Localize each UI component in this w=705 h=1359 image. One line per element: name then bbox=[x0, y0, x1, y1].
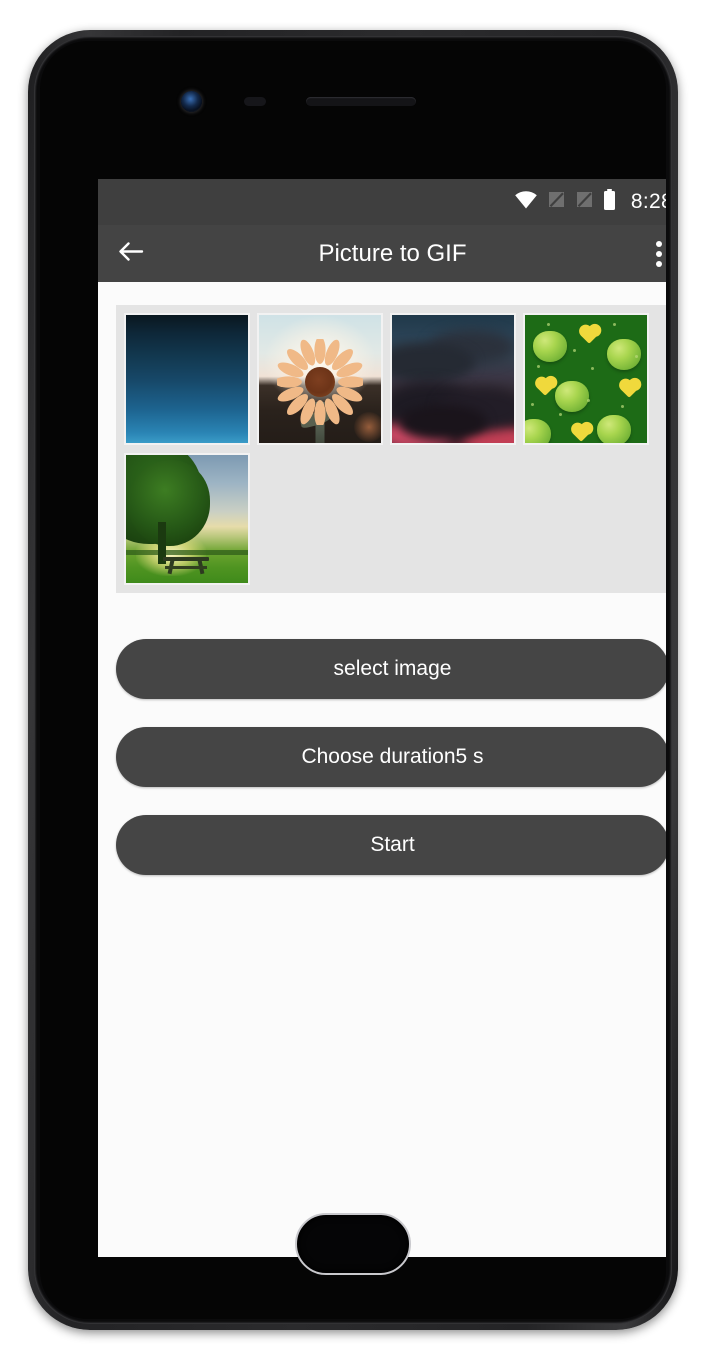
home-button[interactable] bbox=[295, 1213, 411, 1275]
overflow-dot-icon bbox=[656, 250, 662, 257]
screenshot-root: 8:28 Picture to GIF bbox=[0, 0, 705, 1359]
main-content: select image Choose duration5 s Start bbox=[98, 282, 666, 1257]
status-time: 8:28 bbox=[630, 190, 666, 213]
action-button-list: select image Choose duration5 s Start bbox=[116, 639, 666, 875]
overflow-dot-icon bbox=[656, 260, 662, 267]
thumbnail-image bbox=[525, 315, 647, 443]
status-bar: 8:28 bbox=[98, 179, 666, 225]
phone-device: 8:28 Picture to GIF bbox=[28, 30, 678, 1330]
earpiece-speaker-icon bbox=[306, 97, 416, 106]
phone-screen: 8:28 Picture to GIF bbox=[98, 179, 666, 1257]
signal-off-icon bbox=[547, 190, 566, 214]
top-bezel-sensors bbox=[40, 89, 666, 115]
select-image-button[interactable]: select image bbox=[116, 639, 666, 699]
battery-icon bbox=[603, 188, 616, 216]
thumbnail-tree-and-bench[interactable] bbox=[124, 453, 250, 585]
image-thumbnail-grid bbox=[116, 305, 666, 593]
thumbnail-green-apples-pattern[interactable] bbox=[523, 313, 649, 445]
proximity-sensor-icon bbox=[244, 97, 266, 106]
start-button[interactable]: Start bbox=[116, 815, 666, 875]
app-bar: Picture to GIF bbox=[98, 225, 666, 282]
overflow-dot-icon bbox=[656, 240, 662, 247]
wifi-icon bbox=[514, 190, 538, 214]
choose-duration-button[interactable]: Choose duration5 s bbox=[116, 727, 666, 787]
thumbnail-image bbox=[392, 315, 514, 443]
thumbnail-image bbox=[259, 315, 381, 443]
thumbnail-image bbox=[126, 315, 248, 443]
thumbnail-sunflower[interactable] bbox=[257, 313, 383, 445]
phone-front-face: 8:28 Picture to GIF bbox=[40, 41, 666, 1319]
status-icon-group: 8:28 bbox=[514, 188, 666, 216]
thumbnail-blue-sky-gradient[interactable] bbox=[124, 313, 250, 445]
thumbnail-image bbox=[126, 455, 248, 583]
signal-off-icon bbox=[575, 190, 594, 214]
back-button[interactable] bbox=[98, 225, 162, 282]
thumbnail-dark-clouds-sunset[interactable] bbox=[390, 313, 516, 445]
back-arrow-icon bbox=[117, 240, 144, 268]
overflow-menu-button[interactable] bbox=[631, 225, 666, 282]
page-title: Picture to GIF bbox=[318, 239, 467, 267]
front-camera-icon bbox=[181, 91, 202, 112]
